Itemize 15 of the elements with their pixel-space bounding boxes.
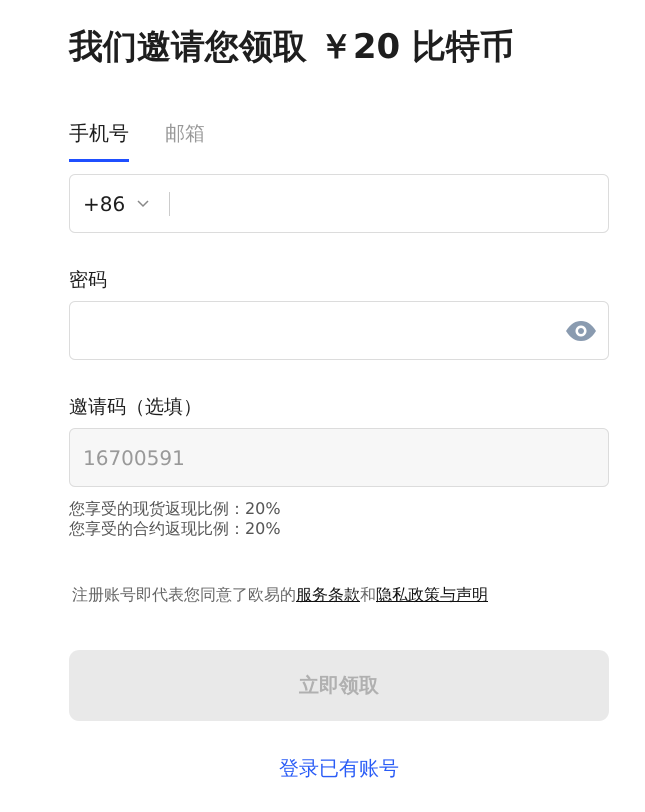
- rebate-text: 您享受的合约返现比例：20%: [69, 519, 282, 539]
- phone-field[interactable]: +86: [69, 174, 609, 233]
- page-title: 我们邀请您领取 ￥20 比特币: [69, 26, 515, 68]
- field-label: 密码: [69, 268, 108, 293]
- password-field[interactable]: [69, 301, 609, 360]
- field-label: 邀请码（选填）: [69, 395, 203, 420]
- country-code-dropdown[interactable]: +86: [83, 192, 150, 216]
- chevron-down-icon: [137, 200, 150, 208]
- privacy-link[interactable]: 隐私政策与声明: [376, 585, 488, 604]
- tab[interactable]: 手机号: [69, 120, 129, 162]
- rebate-text: 您享受的现货返现比例：20%: [69, 499, 282, 519]
- terms-text: 注册账号即代表您同意了欧易的服务条款和隐私政策与声明: [72, 585, 489, 606]
- eye-icon[interactable]: [566, 320, 596, 340]
- login-link[interactable]: 登录已有账号: [279, 756, 399, 780]
- terms-link[interactable]: 服务条款: [296, 585, 360, 604]
